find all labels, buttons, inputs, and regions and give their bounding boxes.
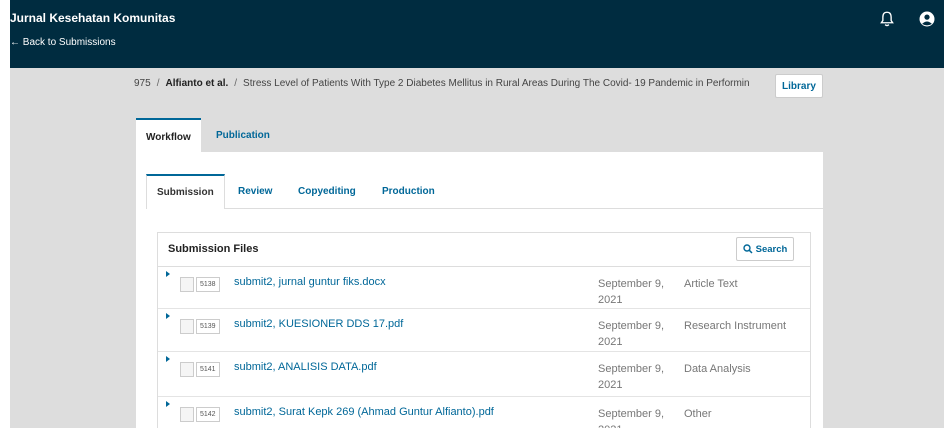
breadcrumb-separator: / bbox=[234, 78, 238, 89]
tab-submission[interactable]: Submission bbox=[146, 174, 225, 209]
file-name-link[interactable]: submit2, KUESIONER DDS 17.pdf bbox=[234, 318, 403, 330]
files-title: Submission Files bbox=[168, 243, 259, 255]
pdf-file-icon bbox=[180, 319, 194, 334]
submission-id: 975 bbox=[134, 78, 151, 89]
file-date: September 9, 2021 bbox=[598, 278, 665, 306]
file-id: 5142 bbox=[196, 407, 220, 422]
file-id: 5141 bbox=[196, 362, 220, 377]
files-header: Submission Files Search bbox=[158, 233, 810, 267]
file-name-link[interactable]: submit2, Surat Kepk 269 (Ahmad Guntur Al… bbox=[234, 406, 494, 418]
expand-toggle-icon[interactable] bbox=[166, 401, 170, 407]
file-id: 5138 bbox=[196, 277, 220, 292]
file-date: September 9, 2021 bbox=[598, 320, 665, 348]
file-id: 5139 bbox=[196, 319, 220, 334]
tab-publication[interactable]: Publication bbox=[206, 118, 280, 152]
workflow-panel: Submission Review Copyediting Production… bbox=[136, 152, 823, 428]
tab-copyediting[interactable]: Copyediting bbox=[288, 174, 366, 208]
tab-review[interactable]: Review bbox=[228, 174, 282, 208]
expand-toggle-icon[interactable] bbox=[166, 356, 170, 362]
file-row: 5141 submit2, ANALISIS DATA.pdf Septembe… bbox=[158, 352, 810, 397]
file-date: September 9, 2021 bbox=[598, 408, 665, 428]
file-type: Data Analysis bbox=[684, 363, 751, 375]
submission-author: Alfianto et al. bbox=[165, 78, 229, 89]
file-row: 5139 submit2, KUESIONER DDS 17.pdf Septe… bbox=[158, 309, 810, 352]
search-button[interactable]: Search bbox=[736, 237, 794, 261]
file-type: Other bbox=[684, 408, 712, 420]
breadcrumb-separator: / bbox=[156, 78, 160, 89]
expand-toggle-icon[interactable] bbox=[166, 271, 170, 277]
pdf-file-icon bbox=[180, 362, 194, 377]
stage-tabs: Submission Review Copyediting Production bbox=[146, 174, 823, 209]
submission-title: Stress Level of Patients With Type 2 Dia… bbox=[243, 78, 750, 89]
file-date: September 9, 2021 bbox=[598, 363, 665, 391]
file-type: Article Text bbox=[684, 278, 738, 290]
user-account-icon[interactable] bbox=[918, 10, 936, 28]
file-row: 5142 submit2, Surat Kepk 269 (Ahmad Gunt… bbox=[158, 397, 810, 428]
app-frame: Jurnal Kesehatan Komunitas ← Back to Sub… bbox=[10, 0, 944, 428]
file-name-link[interactable]: submit2, jurnal guntur fiks.docx bbox=[234, 276, 386, 288]
tab-workflow[interactable]: Workflow bbox=[136, 118, 201, 154]
expand-toggle-icon[interactable] bbox=[166, 313, 170, 319]
back-to-submissions-link[interactable]: ← Back to Submissions bbox=[10, 37, 116, 48]
search-button-label: Search bbox=[755, 243, 788, 255]
file-type: Research Instrument bbox=[684, 320, 787, 332]
top-header: Jurnal Kesehatan Komunitas ← Back to Sub… bbox=[10, 0, 944, 68]
library-button[interactable]: Library bbox=[775, 74, 823, 98]
bell-icon[interactable] bbox=[878, 10, 896, 28]
search-icon bbox=[742, 244, 753, 254]
breadcrumb: 975 / Alfianto et al. / Stress Level of Pati… bbox=[134, 78, 750, 89]
document-icon bbox=[180, 277, 194, 292]
submission-files-grid: Submission Files Search 5138 submit2, ju… bbox=[157, 232, 811, 428]
pdf-file-icon bbox=[180, 407, 194, 422]
tab-production[interactable]: Production bbox=[372, 174, 445, 208]
file-name-link[interactable]: submit2, ANALISIS DATA.pdf bbox=[234, 361, 377, 373]
file-row: 5138 submit2, jurnal guntur fiks.docx Se… bbox=[158, 267, 810, 309]
site-title[interactable]: Jurnal Kesehatan Komunitas bbox=[10, 11, 175, 25]
